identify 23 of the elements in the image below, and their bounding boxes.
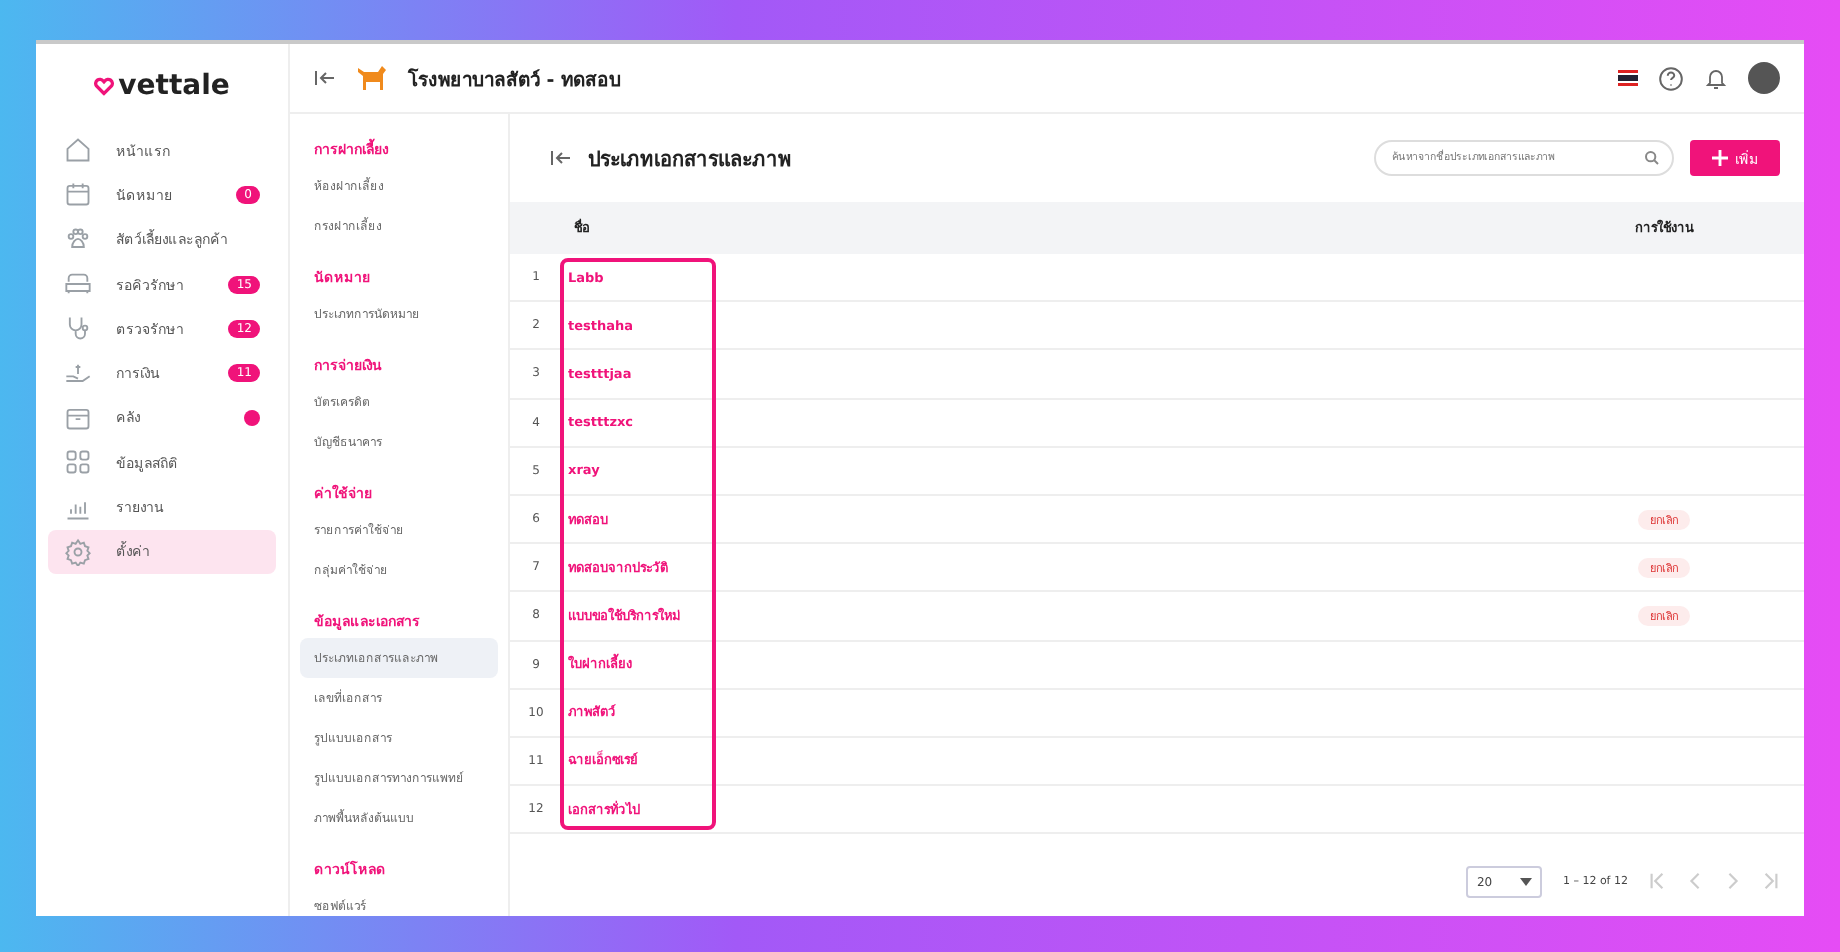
search-icon: [1644, 150, 1660, 166]
box-icon: [64, 403, 92, 432]
heart-logo-icon: [94, 76, 115, 96]
avatar[interactable]: [1748, 62, 1780, 94]
help-icon[interactable]: [1658, 65, 1684, 91]
stethoscope-icon: [64, 314, 92, 343]
clinic-title: โรงพยาบาลสัตว์ - ทดสอบ: [408, 66, 624, 93]
bell-icon[interactable]: [1704, 65, 1728, 91]
home-icon: [64, 136, 92, 165]
gear-icon: [64, 537, 92, 566]
money-icon: [64, 359, 92, 388]
plus-icon: [1711, 150, 1727, 166]
brand-name: vettale: [118, 70, 230, 102]
collapse-icon[interactable]: [314, 68, 336, 88]
grid-icon: [64, 448, 92, 477]
calendar-icon: [64, 180, 92, 209]
caret-icon: [1520, 878, 1533, 887]
sofa-icon: [64, 270, 92, 299]
paw-icon: [64, 225, 92, 254]
dog-icon: [356, 64, 388, 92]
collapse-icon[interactable]: [550, 148, 572, 168]
flag-icon[interactable]: [1618, 70, 1638, 86]
page-title: ประเภทเอกสารและภาพ: [588, 147, 794, 173]
